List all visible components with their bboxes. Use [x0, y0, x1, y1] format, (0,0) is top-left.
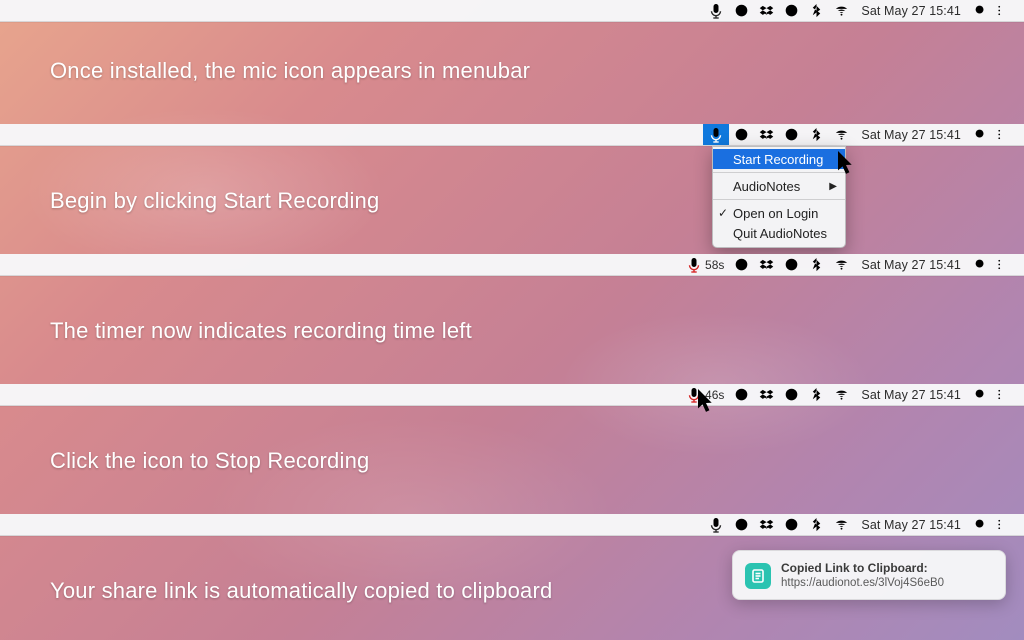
bluetooth-icon[interactable]	[804, 514, 829, 535]
wifi-icon[interactable]	[829, 254, 854, 275]
step5-caption: Your share link is automatically copied …	[50, 578, 552, 604]
menubar-clock[interactable]: Sat May 27 15:41	[854, 0, 968, 21]
cc-icon[interactable]	[729, 254, 754, 275]
spotlight-icon[interactable]	[968, 514, 993, 535]
menu-separator	[713, 172, 845, 173]
menu-quit[interactable]: Quit AudioNotes	[713, 223, 845, 243]
menubar-step3: 58s Sat May 27 15:41	[0, 254, 1024, 276]
onepassword-icon[interactable]	[779, 384, 804, 405]
dropbox-icon[interactable]	[754, 254, 779, 275]
onepassword-icon[interactable]	[779, 0, 804, 21]
notification-center-icon[interactable]	[993, 254, 1018, 275]
cc-icon[interactable]	[729, 0, 754, 21]
menubar-clock[interactable]: Sat May 27 15:41	[854, 514, 968, 535]
spotlight-icon[interactable]	[968, 0, 993, 21]
mic-menu-icon[interactable]	[703, 514, 729, 535]
mic-recording-icon[interactable]: 58s	[681, 254, 729, 275]
bluetooth-icon[interactable]	[804, 124, 829, 145]
cc-icon[interactable]	[729, 384, 754, 405]
mic-menu-icon-active[interactable]	[703, 124, 729, 145]
checkmark-icon: ✓	[718, 206, 728, 220]
bluetooth-icon[interactable]	[804, 254, 829, 275]
wifi-icon[interactable]	[829, 0, 854, 21]
step1-caption: Once installed, the mic icon appears in …	[50, 58, 530, 84]
dropbox-icon[interactable]	[754, 384, 779, 405]
menubar-step2: Sat May 27 15:41	[0, 124, 1024, 146]
menu-audionotes[interactable]: AudioNotes ▶	[713, 176, 845, 196]
onepassword-icon[interactable]	[779, 254, 804, 275]
step2-caption: Begin by clicking Start Recording	[50, 188, 379, 214]
menubar-step5: Sat May 27 15:41	[0, 514, 1024, 536]
menu-separator	[713, 199, 845, 200]
wifi-icon[interactable]	[829, 124, 854, 145]
notification-body: https://audionot.es/3lVoj4S6eB0	[781, 577, 944, 589]
menubar-clock[interactable]: Sat May 27 15:41	[854, 384, 968, 405]
dropbox-icon[interactable]	[754, 514, 779, 535]
menu-audionotes-label: AudioNotes	[733, 179, 800, 194]
onepassword-icon[interactable]	[779, 124, 804, 145]
recording-timer: 58s	[705, 258, 724, 272]
mic-dropdown-menu: Start Recording AudioNotes ▶ ✓ Open on Log…	[712, 146, 846, 248]
onepassword-icon[interactable]	[779, 514, 804, 535]
spotlight-icon[interactable]	[968, 124, 993, 145]
spotlight-icon[interactable]	[968, 254, 993, 275]
mic-recording-icon[interactable]: 46s	[681, 384, 729, 405]
dropbox-icon[interactable]	[754, 124, 779, 145]
mic-menu-icon[interactable]	[703, 0, 729, 21]
notification-center-icon[interactable]	[993, 124, 1018, 145]
notification-center-icon[interactable]	[993, 514, 1018, 535]
menubar-step1: Sat May 27 15:41	[0, 0, 1024, 22]
step4-caption: Click the icon to Stop Recording	[50, 448, 369, 474]
menubar-step4: 46s Sat May 27 15:41	[0, 384, 1024, 406]
notification-app-icon	[745, 563, 771, 589]
spotlight-icon[interactable]	[968, 384, 993, 405]
bluetooth-icon[interactable]	[804, 0, 829, 21]
clipboard-notification[interactable]: Copied Link to Clipboard: https://audion…	[732, 550, 1006, 600]
cc-icon[interactable]	[729, 124, 754, 145]
menubar-clock[interactable]: Sat May 27 15:41	[854, 124, 968, 145]
notification-center-icon[interactable]	[993, 384, 1018, 405]
menu-start-recording[interactable]: Start Recording	[713, 149, 845, 169]
wifi-icon[interactable]	[829, 384, 854, 405]
step3-caption: The timer now indicates recording time l…	[50, 318, 472, 344]
notification-center-icon[interactable]	[993, 0, 1018, 21]
menubar-clock[interactable]: Sat May 27 15:41	[854, 254, 968, 275]
cc-icon[interactable]	[729, 514, 754, 535]
menu-open-login-label: Open on Login	[733, 206, 818, 221]
notification-title: Copied Link to Clipboard:	[781, 561, 944, 575]
menu-open-on-login[interactable]: ✓ Open on Login	[713, 203, 845, 223]
bluetooth-icon[interactable]	[804, 384, 829, 405]
dropbox-icon[interactable]	[754, 0, 779, 21]
wifi-icon[interactable]	[829, 514, 854, 535]
submenu-arrow-icon: ▶	[829, 181, 837, 192]
recording-timer: 46s	[705, 388, 724, 402]
